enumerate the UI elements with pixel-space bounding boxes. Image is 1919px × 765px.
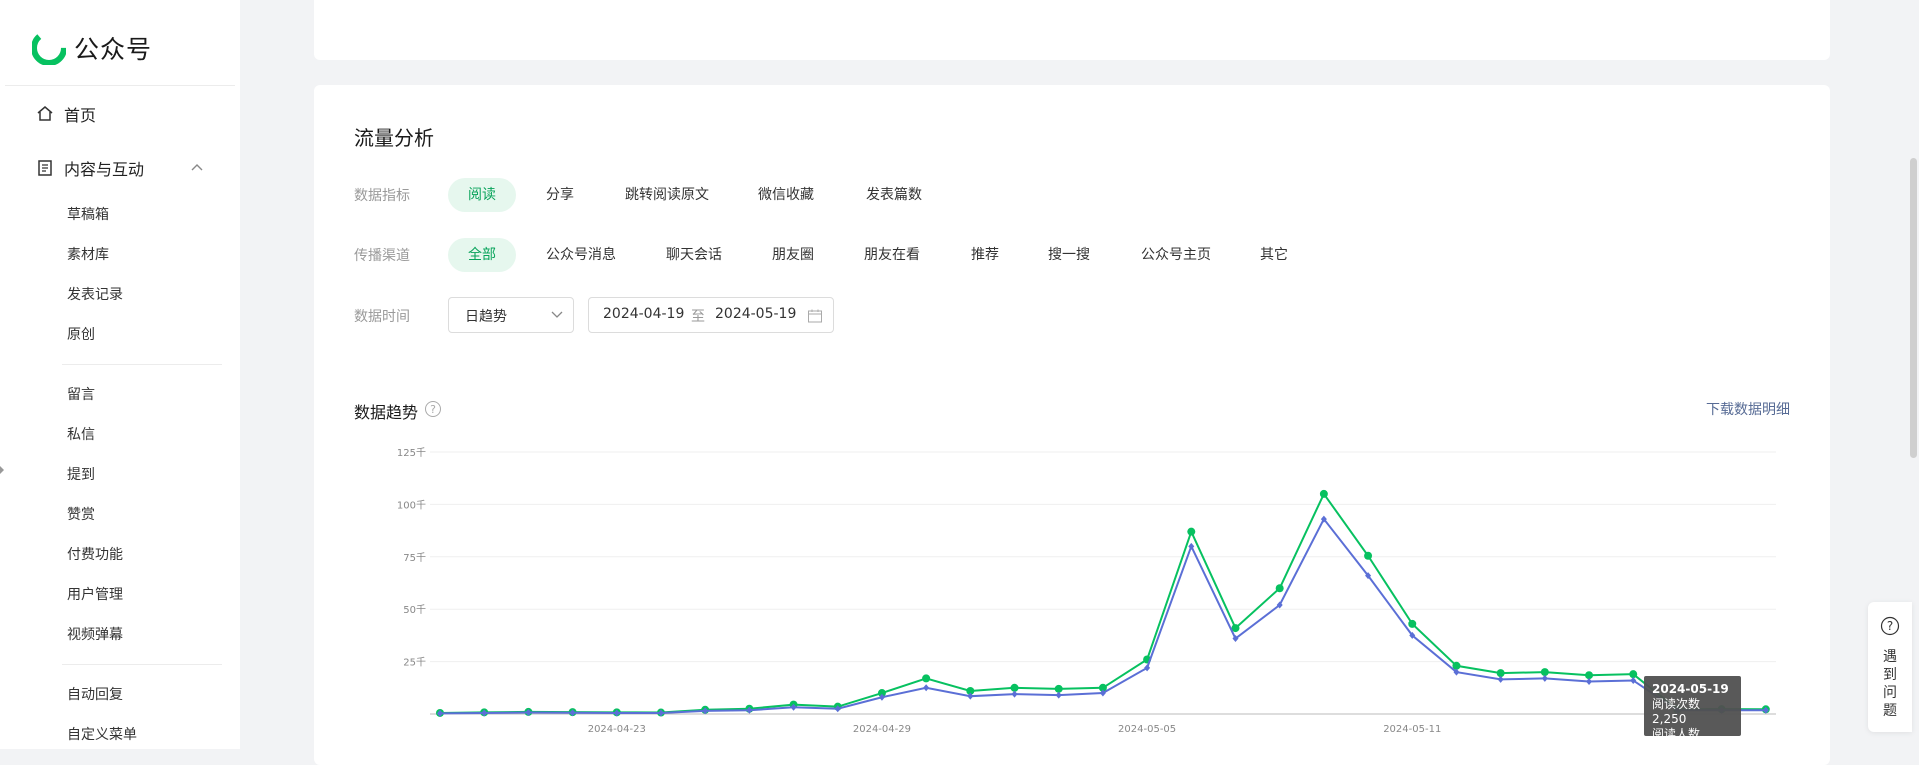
channel-tab-chat[interactable]: 聊天会话 — [654, 238, 734, 272]
metric-tab-published[interactable]: 发表篇数 — [856, 178, 932, 212]
sidebar-item-rewards[interactable]: 赞赏 — [67, 504, 95, 524]
series-1-point — [1319, 489, 1328, 498]
series-1-point — [1364, 551, 1373, 560]
metric-label: 数据指标 — [354, 188, 410, 204]
sidebar-divider — [5, 85, 235, 86]
svg-text:?: ? — [430, 403, 436, 416]
y-tick-label: 50千 — [403, 604, 426, 616]
x-tick-label: 2024-05-11 — [1383, 724, 1441, 735]
metric-tab-favorites[interactable]: 微信收藏 — [748, 178, 824, 212]
series-1-point — [1408, 619, 1417, 628]
channel-tab-all[interactable]: 全部 — [448, 238, 516, 272]
sidebar-item-publish-records[interactable]: 发表记录 — [67, 284, 123, 304]
end-date[interactable]: 2024-05-19 — [715, 306, 796, 322]
sidebar-group-content[interactable]: 内容与互动 — [36, 156, 144, 180]
question-icon[interactable]: ? — [424, 400, 442, 418]
granularity-select[interactable]: 日趋势 — [448, 297, 574, 333]
sidebar-item-comments[interactable]: 留言 — [67, 384, 95, 404]
sidebar-divider — [62, 364, 222, 365]
date-range-picker[interactable]: 2024-04-19 至 2024-05-19 — [588, 297, 834, 333]
chevron-up-icon[interactable] — [190, 162, 204, 172]
metric-tab-share[interactable]: 分享 — [532, 178, 588, 212]
sidebar-item-label: 首页 — [64, 106, 97, 125]
page-title: 流量分析 — [354, 126, 434, 150]
series-2-point — [1497, 675, 1504, 683]
metric-tab-read[interactable]: 阅读 — [448, 178, 516, 212]
metric-tab-read-original[interactable]: 跳转阅读原文 — [614, 178, 720, 212]
tooltip-reader-count: 阅读人数 1,786 — [1652, 727, 1701, 756]
series-2-point — [923, 684, 930, 692]
scrollbar-thumb[interactable] — [1910, 158, 1917, 458]
start-date[interactable]: 2024-04-19 — [603, 306, 684, 322]
sidebar-item-drafts[interactable]: 草稿箱 — [67, 204, 109, 224]
sidebar-item-home[interactable]: 首页 — [36, 102, 96, 126]
channel-label: 传播渠道 — [354, 248, 410, 264]
tooltip-read-count: 阅读次数 2,250 — [1652, 697, 1701, 726]
y-tick-label: 100千 — [397, 499, 426, 511]
x-tick-label: 2024-04-29 — [853, 724, 911, 735]
series-2-point — [1144, 664, 1151, 672]
home-icon — [37, 106, 53, 121]
sidebar-item-materials[interactable]: 素材库 — [67, 244, 109, 264]
series-1-point — [922, 674, 931, 683]
granularity-value: 日趋势 — [465, 309, 507, 325]
channel-tab-official-msg[interactable]: 公众号消息 — [540, 238, 622, 272]
x-tick-label: 2024-04-23 — [588, 724, 646, 735]
y-tick-label: 25千 — [403, 657, 426, 669]
trend-chart: 25千 50千 75千 100千 125千 2024-04-23 2024-04-29 202… — [397, 447, 1776, 735]
series-2-point — [1541, 674, 1548, 682]
tooltip-date: 2024-05-19 — [1652, 682, 1729, 696]
help-label: 遇到问题 — [1883, 649, 1897, 719]
collapse-handle-icon[interactable] — [0, 466, 4, 474]
y-tick-label: 125千 — [397, 447, 426, 459]
svg-text:?: ? — [1887, 619, 1893, 633]
sidebar-item-custom-menu[interactable]: 自定义菜单 — [67, 724, 137, 744]
help-circle-icon: ? — [1880, 616, 1900, 636]
sidebar-item-messages[interactable]: 私信 — [67, 424, 95, 444]
channel-tab-moments[interactable]: 朋友圈 — [762, 238, 824, 272]
sidebar-item-mentions[interactable]: 提到 — [67, 464, 95, 484]
chart-tooltip: 2024-05-19 阅读次数 2,250 阅读人数 1,786 — [1644, 676, 1741, 756]
series-2-point — [1586, 678, 1593, 686]
channel-tab-recommend[interactable]: 推荐 — [960, 238, 1010, 272]
sidebar-divider — [62, 664, 222, 665]
date-separator: 至 — [691, 309, 705, 325]
sidebar-item-users[interactable]: 用户管理 — [67, 584, 123, 604]
document-icon — [38, 160, 52, 176]
channel-tab-friends-watching[interactable]: 朋友在看 — [856, 238, 928, 272]
sidebar-item-video-danmaku[interactable]: 视频弹幕 — [67, 624, 123, 644]
top-card — [314, 0, 1830, 60]
sidebar-item-auto-reply[interactable]: 自动回复 — [67, 684, 123, 704]
y-tick-label: 75千 — [403, 552, 426, 564]
x-tick-label: 2024-05-05 — [1118, 724, 1176, 735]
chevron-down-icon — [551, 311, 563, 318]
series-1-point — [1187, 527, 1196, 536]
download-data-link[interactable]: 下载数据明细 — [1706, 399, 1790, 419]
series-2-point — [1055, 691, 1062, 699]
series-2-point — [1011, 690, 1018, 698]
channel-tab-profile[interactable]: 公众号主页 — [1130, 238, 1222, 272]
wechat-official-logo-icon — [32, 31, 66, 65]
sidebar-item-original[interactable]: 原创 — [67, 324, 95, 344]
time-label: 数据时间 — [354, 309, 410, 325]
trend-title: 数据趋势 — [354, 403, 419, 422]
sidebar-item-paid[interactable]: 付费功能 — [67, 544, 123, 564]
channel-tab-search[interactable]: 搜一搜 — [1040, 238, 1098, 272]
sidebar-item-label: 内容与互动 — [64, 160, 145, 179]
calendar-icon — [808, 309, 822, 323]
sidebar: 公众号 首页 内容与互动 草稿箱 素材库 发表记录 原创 留言 私信 提到 赞赏… — [0, 0, 240, 749]
help-widget[interactable]: ? 遇到问题 — [1868, 602, 1912, 732]
brand-name: 公众号 — [74, 35, 153, 64]
channel-tab-other[interactable]: 其它 — [1252, 238, 1296, 272]
brand-logo[interactable]: 公众号 — [32, 30, 152, 66]
series-1-point — [1275, 584, 1284, 593]
